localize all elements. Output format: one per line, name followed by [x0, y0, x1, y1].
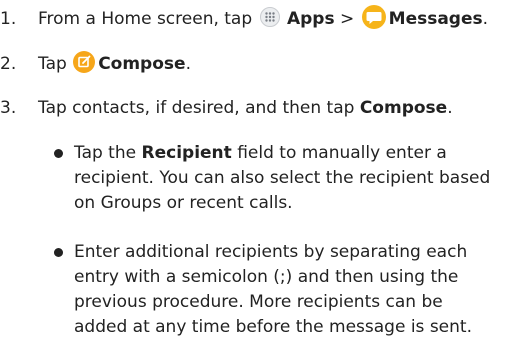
step-number: 2.: [0, 54, 17, 74]
bullet-dot: [54, 149, 63, 158]
recipient-label: Recipient: [141, 143, 232, 163]
bullet-1-line1-b: field to manually enter a: [237, 143, 447, 163]
bullet-line: added at any time before the message is …: [74, 317, 472, 337]
apps-label: Apps: [286, 9, 335, 29]
step-number: 1.: [0, 9, 17, 29]
compose-label: Compose: [98, 54, 186, 74]
step-2-text-a: Tap: [38, 54, 67, 74]
step-number: 3.: [0, 98, 17, 118]
compose-pencil-icon: [73, 51, 96, 73]
bullet-line: recipient. You can also select the recip…: [74, 168, 491, 188]
compose-label: Compose: [359, 98, 448, 118]
messages-bubble-icon: [361, 5, 386, 29]
step-1-end: .: [482, 9, 489, 29]
bullet-text: Tap the Recipient field to manually ente…: [74, 141, 524, 216]
bullet-line: Tap the Recipient field to manually ente…: [74, 141, 524, 166]
step-text: Tap Compose.: [38, 51, 191, 77]
step-3-text-a: Tap contacts, if desired, and then tap: [38, 98, 355, 118]
bullet-text: Enter additional recipients by separatin…: [74, 240, 524, 340]
messages-label: Messages: [388, 9, 483, 29]
bullet-1-line1-a: Tap the: [74, 143, 137, 163]
step-text: Tap contacts, if desired, and then tap C…: [38, 96, 453, 121]
bullet-line: Enter additional recipients by separatin…: [74, 242, 468, 262]
bullet-line: entry with a semicolon (;) and then usin…: [74, 267, 459, 287]
step-1-text-a: From a Home screen, tap: [38, 9, 253, 29]
bullet-line: on Groups or recent calls.: [74, 193, 293, 213]
step-text: From a Home screen, tap Apps > Messages.: [38, 5, 489, 32]
step-2-end: .: [185, 54, 191, 74]
apps-grid-icon: [259, 7, 280, 27]
step-3-end: .: [447, 98, 453, 118]
separator: >: [340, 9, 355, 29]
bullet-dot: [54, 248, 63, 257]
bullet-line: previous procedure. More recipients can …: [74, 292, 443, 312]
